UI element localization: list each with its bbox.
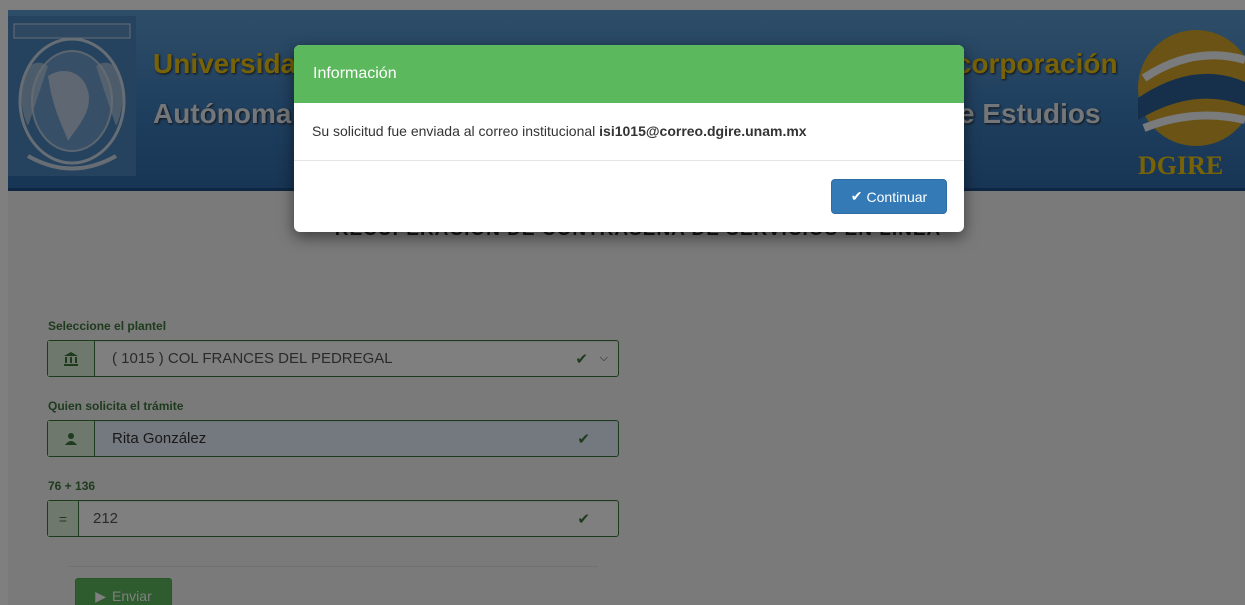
check-icon: ✔ [850, 188, 863, 204]
modal-body: Su solicitud fue enviada al correo insti… [294, 103, 964, 161]
modal-message: Su solicitud fue enviada al correo insti… [312, 123, 600, 139]
modal-email: isi1015@correo.dgire.unam.mx [599, 123, 807, 139]
info-modal: Información Su solicitud fue enviada al … [294, 45, 964, 232]
modal-title: Información [313, 65, 397, 82]
modal-header: Información [294, 45, 964, 103]
continue-button[interactable]: ✔ Continuar [831, 179, 947, 214]
continue-button-label: Continuar [866, 188, 928, 205]
